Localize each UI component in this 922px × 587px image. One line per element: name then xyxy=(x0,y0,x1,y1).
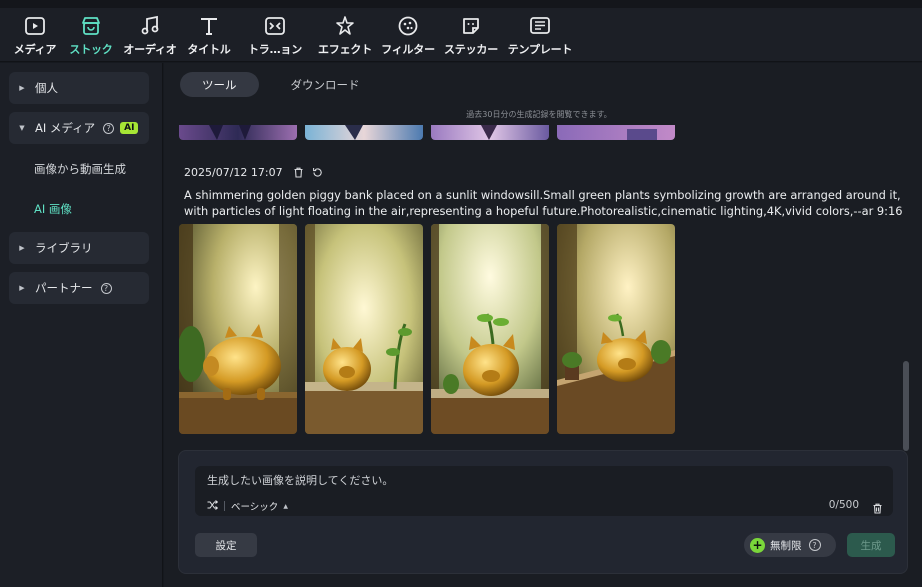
scrollbar-thumb[interactable] xyxy=(903,361,909,451)
clear-icon[interactable] xyxy=(872,499,883,518)
prompt-input[interactable] xyxy=(207,474,807,487)
filter-icon xyxy=(396,14,420,38)
sidebar-item-partner[interactable]: ▶ パートナー ? xyxy=(9,272,149,304)
generated-image[interactable] xyxy=(431,224,549,434)
sidebar-item-label: AI メディア xyxy=(35,121,96,135)
history-hint: 過去30日分の生成記録を閲覧できます。 xyxy=(466,110,612,119)
shuffle-icon[interactable] xyxy=(207,499,219,513)
top-toolbar: メディア ストック オーディオ タイトル トラ…ョン エフェクト フィルター ス… xyxy=(0,0,922,62)
settings-button[interactable]: 設定 xyxy=(195,533,257,557)
previous-thumbnail[interactable] xyxy=(179,125,297,140)
unlimited-label: 無制限 xyxy=(770,539,802,552)
media-icon xyxy=(23,14,47,38)
sidebar-item-label: 個人 xyxy=(35,81,58,95)
title-icon xyxy=(197,14,221,38)
toolbar-template[interactable]: テンプレート xyxy=(506,14,574,60)
generated-image[interactable] xyxy=(305,224,423,434)
generate-button[interactable]: 生成 xyxy=(847,533,895,557)
toolbar-media[interactable]: メディア xyxy=(10,14,60,60)
sticker-icon xyxy=(459,14,483,38)
sidebar-item-label: ライブラリ xyxy=(35,241,93,255)
toolbar-stock-label: ストック xyxy=(69,43,113,56)
sidebar-item-image-to-video[interactable]: 画像から動画生成 xyxy=(34,161,126,177)
generation-prompt: A shimmering golden piggy bank placed on… xyxy=(184,188,903,218)
generation-header: 2025/07/12 17:07 xyxy=(184,166,323,179)
tab-bar: ツール ダウンロード xyxy=(180,72,382,97)
main-panel: ツール ダウンロード 過去30日分の生成記録を閲覧できます。 2025/07/1… xyxy=(164,63,922,587)
sidebar-item-label: パートナー xyxy=(35,281,93,295)
unlimited-credits-button[interactable]: + 無制限 ? xyxy=(744,533,836,557)
trash-icon[interactable] xyxy=(293,167,304,178)
sidebar-item-ai-media[interactable]: ▼ AI メディア ? AI xyxy=(9,112,149,144)
toolbar-filter-label: フィルター xyxy=(381,43,435,56)
help-icon[interactable]: ? xyxy=(103,122,115,134)
toolbar-audio[interactable]: オーディオ xyxy=(120,14,180,60)
caret-up-icon: ▲ xyxy=(283,502,288,510)
toolbar-effect-label: エフェクト xyxy=(318,43,372,56)
divider xyxy=(224,501,225,511)
char-counter: 0/500 xyxy=(828,499,859,511)
toolbar-sticker[interactable]: ステッカー xyxy=(442,14,500,60)
ai-badge: AI xyxy=(120,122,139,134)
chevron-right-icon: ▶ xyxy=(19,244,25,252)
chevron-right-icon: ▶ xyxy=(19,284,25,292)
toolbar-effect[interactable]: エフェクト xyxy=(315,14,375,60)
audio-icon xyxy=(138,14,162,38)
chevron-down-icon: ▼ xyxy=(19,124,25,132)
help-icon[interactable]: ? xyxy=(100,282,112,294)
plus-icon: + xyxy=(750,537,765,553)
toolbar-title-label: タイトル xyxy=(187,43,231,56)
toolbar-transition[interactable]: トラ…ョン xyxy=(244,14,306,60)
regenerate-icon[interactable] xyxy=(312,167,323,178)
previous-thumbnail[interactable] xyxy=(431,125,549,140)
toolbar-filter[interactable]: フィルター xyxy=(378,14,438,60)
toolbar-template-label: テンプレート xyxy=(507,43,573,56)
toolbar-transition-label: トラ…ョン xyxy=(248,43,302,56)
previous-thumbnail[interactable] xyxy=(305,125,423,140)
transition-icon xyxy=(263,14,287,38)
toolbar-stock[interactable]: ストック xyxy=(66,14,116,60)
tab-downloads[interactable]: ダウンロード xyxy=(269,72,382,97)
chevron-right-icon: ▶ xyxy=(19,84,25,92)
toolbar-sticker-label: ステッカー xyxy=(444,43,498,56)
sidebar-item-ai-image[interactable]: AI 画像 xyxy=(34,201,72,217)
sidebar: ▶ 個人 ▼ AI メディア ? AI 画像から動画生成 AI 画像 ▶ ライブ… xyxy=(0,63,163,587)
previous-thumbnail[interactable] xyxy=(557,125,675,140)
prompt-input-box: ベーシック ▲ 0/500 xyxy=(195,466,893,516)
toolbar-media-label: メディア xyxy=(13,43,57,56)
effect-icon xyxy=(333,14,357,38)
mode-selector[interactable]: ベーシック ▲ xyxy=(207,499,288,513)
generated-image[interactable] xyxy=(179,224,297,434)
sidebar-item-personal[interactable]: ▶ 個人 xyxy=(9,72,149,104)
prompt-panel: ベーシック ▲ 0/500 設定 + 無制限 ? 生成 xyxy=(178,450,908,574)
toolbar-audio-label: オーディオ xyxy=(123,43,177,56)
toolbar-title[interactable]: タイトル xyxy=(184,14,234,60)
generation-datetime: 2025/07/12 17:07 xyxy=(184,166,283,179)
template-icon xyxy=(528,14,552,38)
sidebar-item-library[interactable]: ▶ ライブラリ xyxy=(9,232,149,264)
tab-tools[interactable]: ツール xyxy=(180,72,259,97)
mode-label: ベーシック xyxy=(231,502,279,513)
generated-image[interactable] xyxy=(557,224,675,434)
stock-icon xyxy=(79,14,103,38)
help-icon[interactable]: ? xyxy=(808,539,821,551)
